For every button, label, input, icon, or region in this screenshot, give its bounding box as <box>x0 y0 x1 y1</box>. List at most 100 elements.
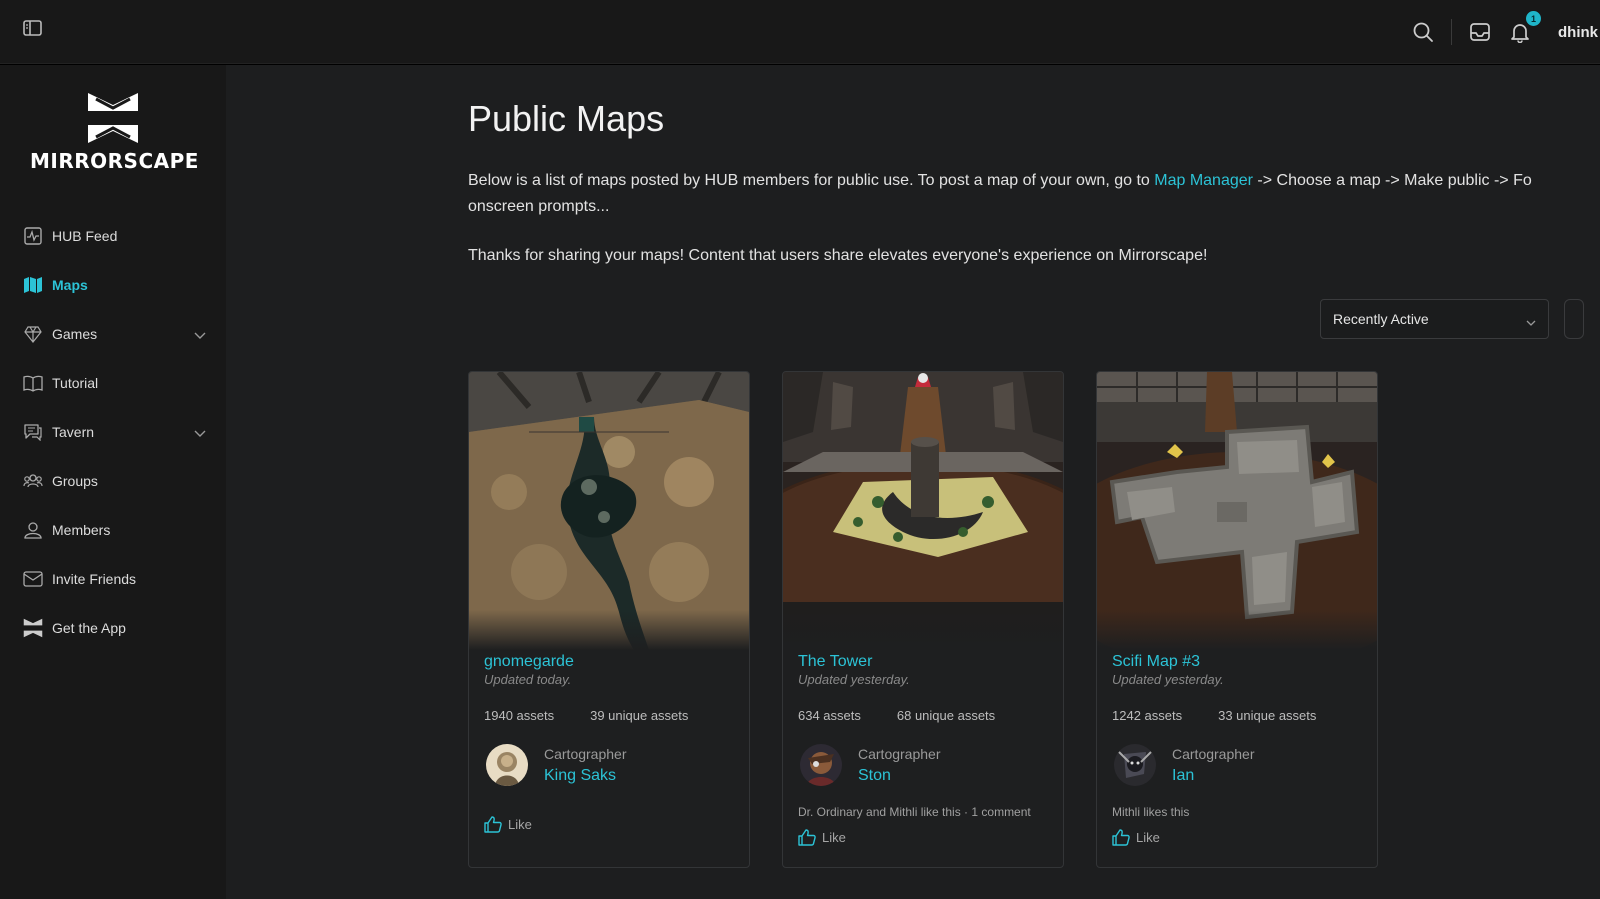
intro-text-part: Below is a list of maps posted by HUB me… <box>468 172 1155 189</box>
sidebar-item-label: Tutorial <box>52 374 99 391</box>
inbox-icon[interactable] <box>1468 20 1492 44</box>
avatar[interactable] <box>800 744 842 786</box>
asset-count: 1242 assets <box>1112 708 1183 723</box>
thumbs-up-icon <box>1112 829 1130 846</box>
search-icon[interactable] <box>1411 20 1435 44</box>
author-name-link[interactable]: Ston <box>858 767 941 785</box>
sidebar-item-games[interactable]: Games <box>0 309 226 358</box>
unique-asset-count: 39 unique assets <box>590 708 689 723</box>
map-manager-link[interactable]: Map Manager <box>1154 172 1253 189</box>
view-toggle-button[interactable] <box>1564 299 1584 339</box>
group-icon <box>23 471 43 491</box>
mirrorscape-logo-icon <box>23 618 43 638</box>
author-role: Cartographer <box>1172 745 1255 762</box>
author-name-link[interactable]: Ian <box>1172 767 1255 785</box>
thumbnail-fade <box>469 610 749 650</box>
sidebar-item-members[interactable]: Members <box>0 505 226 554</box>
sidebar-item-label: Invite Friends <box>52 570 137 587</box>
sidebar-item-label: Games <box>52 325 98 342</box>
map-title-link[interactable]: gnomegarde <box>484 653 574 671</box>
sidebar-item-label: Maps <box>52 276 88 293</box>
map-updated: Updated yesterday. <box>798 672 910 687</box>
map-title-link[interactable]: Scifi Map #3 <box>1112 653 1200 671</box>
thumbnail-fade <box>1097 610 1377 650</box>
diamond-icon <box>23 324 43 344</box>
likes-summary[interactable]: Mithli likes this <box>1112 805 1189 819</box>
map-author: Cartographer Ston <box>800 744 941 786</box>
unique-asset-count: 68 unique assets <box>896 708 996 723</box>
chevron-down-icon[interactable] <box>194 327 206 343</box>
like-button[interactable]: Like <box>484 816 532 833</box>
avatar[interactable] <box>486 744 528 786</box>
sidebar-item-invite-friends[interactable]: Invite Friends <box>0 554 226 603</box>
user-icon <box>23 520 43 540</box>
map-title-link[interactable]: The Tower <box>798 653 872 671</box>
asset-count: 1940 assets <box>484 708 555 723</box>
unique-asset-count: 33 unique assets <box>1218 708 1317 723</box>
notifications-bell-icon[interactable]: 1 <box>1508 11 1541 44</box>
thumbnail-fade <box>783 610 1063 650</box>
map-stats: 634 assets 68 unique assets <box>798 708 995 723</box>
map-stats: 1242 assets 33 unique assets <box>1112 708 1316 723</box>
sidebar-toggle-icon[interactable] <box>22 18 44 38</box>
topbar-divider <box>1451 19 1452 45</box>
chevron-down-icon[interactable] <box>194 425 206 441</box>
sidebar-item-label: Tavern <box>52 423 95 440</box>
mail-icon <box>23 569 43 589</box>
page-title: Public Maps <box>468 98 665 139</box>
sort-select[interactable]: Recently Active <box>1320 299 1549 339</box>
map-author: Cartographer Ian <box>1114 744 1255 786</box>
map-card[interactable]: Scifi Map #3 Updated yesterday. 1242 ass… <box>1096 371 1378 868</box>
author-name-link[interactable]: King Saks <box>544 767 627 785</box>
author-role: Cartographer <box>544 745 627 762</box>
like-label: Like <box>1136 830 1160 845</box>
sidebar-item-tavern[interactable]: Tavern <box>0 407 226 456</box>
sidebar-item-get-the-app[interactable]: Get the App <box>0 603 226 652</box>
intro-text: Below is a list of maps posted by HUB me… <box>468 168 1600 220</box>
like-button[interactable]: Like <box>1112 829 1160 846</box>
map-updated: Updated today. <box>484 672 572 687</box>
thumbs-up-icon <box>484 816 502 833</box>
sidebar-item-label: Get the App <box>52 619 126 636</box>
mirrorscape-logo[interactable]: MIRRORSCAPE <box>30 91 199 173</box>
main-content: Public Maps Below is a list of maps post… <box>226 65 1600 899</box>
sidebar-item-label: Members <box>52 521 111 538</box>
like-label: Like <box>822 830 846 845</box>
top-bar: 1 dhink <box>0 0 1600 64</box>
sort-select-value: Recently Active <box>1333 311 1429 327</box>
sidebar-item-hub-feed[interactable]: HUB Feed <box>0 211 226 260</box>
intro-text-part: -> Choose a map -> Make public -> Fo <box>1252 172 1532 189</box>
thanks-text: Thanks for sharing your maps! Content th… <box>468 247 1208 264</box>
map-card[interactable]: gnomegarde Updated today. 1940 assets 39… <box>468 371 750 868</box>
logo-text: MIRRORSCAPE <box>30 149 199 173</box>
asset-count: 634 assets <box>798 708 861 723</box>
book-icon <box>23 373 43 393</box>
map-card[interactable]: The Tower Updated yesterday. 634 assets … <box>782 371 1064 868</box>
chat-icon <box>23 422 43 442</box>
map-thumbnail[interactable] <box>469 372 749 650</box>
map-thumbnail[interactable] <box>783 372 1063 650</box>
map-thumbnail[interactable] <box>1097 372 1377 650</box>
like-label: Like <box>508 817 532 832</box>
notification-badge: 1 <box>1526 11 1541 26</box>
sidebar-nav: HUB Feed Maps Games Tutorial Tavern Grou… <box>0 211 226 652</box>
author-role: Cartographer <box>858 745 941 762</box>
sidebar-item-label: Groups <box>52 472 98 489</box>
sidebar: MIRRORSCAPE HUB Feed Maps Games Tutorial… <box>0 65 226 899</box>
username-menu[interactable]: dhink <box>1558 24 1600 41</box>
map-stats: 1940 assets 39 unique assets <box>484 708 688 723</box>
sidebar-item-maps[interactable]: Maps <box>0 260 226 309</box>
map-author: Cartographer King Saks <box>486 744 627 786</box>
like-button[interactable]: Like <box>798 829 846 846</box>
sidebar-item-groups[interactable]: Groups <box>0 456 226 505</box>
map-updated: Updated yesterday. <box>1112 672 1224 687</box>
sidebar-item-tutorial[interactable]: Tutorial <box>0 358 226 407</box>
map-icon <box>23 275 43 295</box>
likes-summary[interactable]: Dr. Ordinary and Mithli like this · 1 co… <box>798 805 1031 819</box>
activity-icon <box>23 226 43 246</box>
sidebar-item-label: HUB Feed <box>52 227 118 244</box>
avatar[interactable] <box>1114 744 1156 786</box>
mirrorscape-mark-icon <box>88 93 138 143</box>
intro-text-part: onscreen prompts... <box>468 198 610 215</box>
thumbs-up-icon <box>798 829 816 846</box>
